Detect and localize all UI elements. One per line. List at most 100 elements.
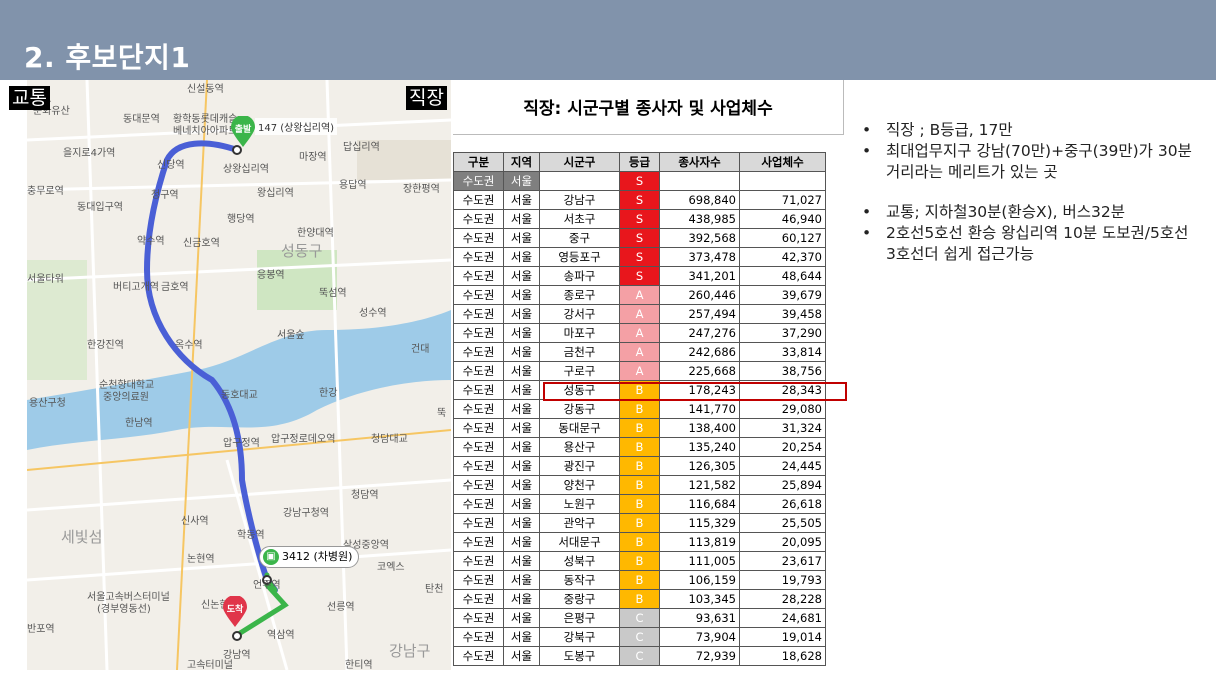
table-row: 수도권 서울 종로구 A 260,446 39,679	[453, 285, 826, 305]
map-label: 압구정역	[223, 438, 260, 449]
table-row: 수도권 서울 강북구 C 73,904 19,014	[453, 627, 826, 647]
map-label: 서울숲	[277, 330, 305, 341]
table-row: 수도권 서울 서대문구 B 113,819 20,095	[453, 532, 826, 552]
column-header: 구분	[453, 152, 504, 172]
cell-region: 수도권	[453, 627, 504, 647]
table-row: 수도권 서울 금천구 A 242,686 33,814	[453, 342, 826, 362]
column-header: 등급	[619, 152, 660, 172]
table-row: 수도권 서울 성동구 B 178,243 28,343	[453, 380, 826, 400]
cell-grade: S	[619, 228, 660, 248]
cell-district: 구로구	[539, 361, 620, 381]
cell-grade: C	[619, 646, 660, 666]
cell-region: 수도권	[453, 171, 504, 191]
cell-grade: B	[619, 551, 660, 571]
cell-businesses	[739, 171, 826, 191]
cell-businesses: 31,324	[739, 418, 826, 438]
cell-region: 수도권	[453, 646, 504, 666]
cell-grade: A	[619, 285, 660, 305]
cell-grade: B	[619, 418, 660, 438]
cell-workers: 260,446	[659, 285, 740, 305]
route-map[interactable]: 신설동역 종묘 문화유산 동대문역 황학동롯데캐슬 베네치아아파트 을지로4가역…	[27, 80, 451, 670]
cell-workers: 242,686	[659, 342, 740, 362]
map-label: 한티역	[345, 660, 373, 670]
map-label: 동대입구역	[77, 202, 123, 213]
table-title: 직장: 시군구별 종사자 및 사업체수	[523, 99, 773, 119]
table-row: 수도권 서울 송파구 S 341,201 48,644	[453, 266, 826, 286]
bullet: •	[862, 203, 872, 221]
cell-workers: 121,582	[659, 475, 740, 495]
table-row: 수도권 서울 용산구 B 135,240 20,254	[453, 437, 826, 457]
cell-district: 관악구	[539, 513, 620, 533]
cell-workers: 178,243	[659, 380, 740, 400]
cell-workers: 115,329	[659, 513, 740, 533]
cell-workers: 103,345	[659, 589, 740, 609]
cell-workers: 247,276	[659, 323, 740, 343]
cell-district: 노원구	[539, 494, 620, 514]
cell-workers: 93,631	[659, 608, 740, 628]
cell-district: 양천구	[539, 475, 620, 495]
table-row: 수도권 서울 강동구 B 141,770 29,080	[453, 399, 826, 419]
map-label: 선릉역	[327, 602, 355, 613]
end-pin[interactable]: 도착	[221, 596, 249, 628]
start-route-label: 147 (상왕십리역)	[255, 118, 338, 135]
map-label: 답십리역	[343, 142, 380, 153]
cell-businesses: 71,027	[739, 190, 826, 210]
cell-businesses: 24,681	[739, 608, 826, 628]
map-label: (경부영동선)	[97, 604, 151, 615]
end-pin-label: 도착	[226, 605, 244, 615]
cell-grade: A	[619, 361, 660, 381]
cell-businesses: 26,618	[739, 494, 826, 514]
cell-area: 서울	[503, 380, 540, 400]
map-label: 탄천	[425, 584, 444, 595]
table-row: 수도권 서울 중구 S 392,568 60,127	[453, 228, 826, 248]
map-label: 한강	[319, 388, 338, 399]
table-row: 수도권 서울 은평구 C 93,631 24,681	[453, 608, 826, 628]
cell-area: 서울	[503, 589, 540, 609]
cell-workers: 135,240	[659, 437, 740, 457]
map-label: 압구정로데오역	[271, 434, 336, 445]
cell-businesses: 19,793	[739, 570, 826, 590]
cell-area: 서울	[503, 228, 540, 248]
cell-district: 중구	[539, 228, 620, 248]
cell-workers: 373,478	[659, 247, 740, 267]
cell-region: 수도권	[453, 190, 504, 210]
cell-region: 수도권	[453, 247, 504, 267]
cell-region: 수도권	[453, 399, 504, 419]
cell-district	[539, 171, 620, 191]
cell-grade: B	[619, 494, 660, 514]
cell-area: 서울	[503, 418, 540, 438]
table-row: 수도권 서울 서초구 S 438,985 46,940	[453, 209, 826, 229]
map-label: 반포역	[27, 624, 55, 635]
map-label: 을지로4가역	[63, 148, 116, 159]
cell-district: 강북구	[539, 627, 620, 647]
bus-route-chip[interactable]: ▣ 3412 (차병원)	[259, 546, 360, 568]
slide-title: 2. 후보단지1	[24, 41, 191, 74]
bus-icon: ▣	[263, 549, 279, 565]
cell-area: 서울	[503, 646, 540, 666]
map-label: 강남구	[389, 642, 431, 660]
note-text: 최대업무지구 강남(70만)+중구(39만)가 30분 거리라는 메리트가 있는…	[886, 142, 1192, 181]
cell-grade: B	[619, 437, 660, 457]
cell-workers: 341,201	[659, 266, 740, 286]
note-item: • 2호선5호선 환승 왕십리역 10분 도보권/5호선 3호선더 쉽게 접근가…	[862, 223, 1202, 265]
map-label: 상왕십리역	[223, 164, 269, 175]
cell-grade: B	[619, 570, 660, 590]
cell-area: 서울	[503, 570, 540, 590]
cell-region: 수도권	[453, 589, 504, 609]
note-item: • 최대업무지구 강남(70만)+중구(39만)가 30분 거리라는 메리트가 …	[862, 141, 1202, 183]
map-label: 청구역	[151, 190, 179, 201]
cell-businesses: 46,940	[739, 209, 826, 229]
cell-grade: S	[619, 247, 660, 267]
cell-grade: A	[619, 342, 660, 362]
cell-grade: S	[619, 190, 660, 210]
map-label: 건대	[411, 344, 430, 355]
map-label: 동호대교	[221, 390, 258, 401]
cell-businesses: 33,814	[739, 342, 826, 362]
cell-area: 서울	[503, 342, 540, 362]
table-row: 수도권 서울 도봉구 C 72,939 18,628	[453, 646, 826, 666]
start-pin[interactable]: 출발	[229, 116, 257, 148]
cell-grade: C	[619, 608, 660, 628]
cell-businesses: 28,228	[739, 589, 826, 609]
column-header: 사업체수	[739, 152, 826, 172]
map-label: 역삼역	[267, 630, 295, 641]
